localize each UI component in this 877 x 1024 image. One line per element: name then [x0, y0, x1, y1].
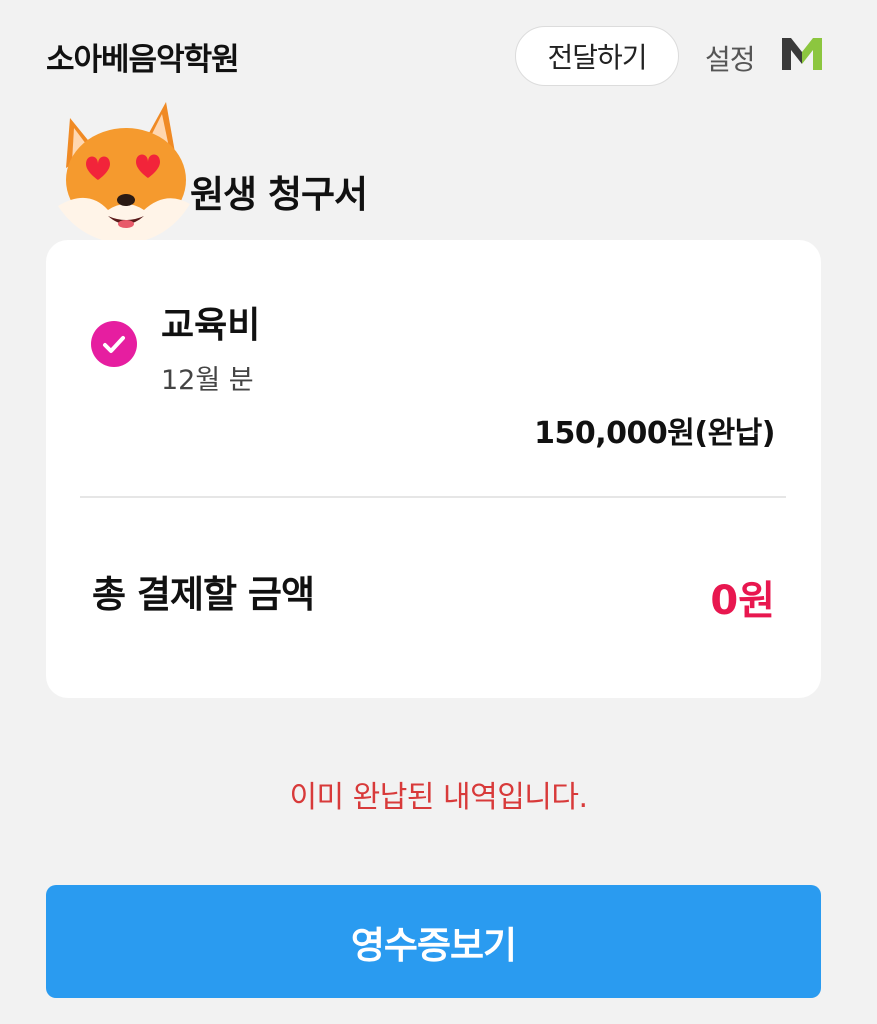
app-header: 소아베음악학원 전달하기 설정: [0, 0, 877, 110]
invoice-card: 교육비 12월 분 150,000원(완납) 총 결제할 금액 0원: [46, 240, 821, 698]
settings-link[interactable]: 설정: [705, 38, 756, 78]
divider: [80, 496, 786, 498]
item-period: 12월 분: [161, 365, 254, 396]
share-button[interactable]: 전달하기: [515, 26, 679, 86]
item-amount: 150,000원(완납): [534, 416, 775, 451]
view-receipt-button[interactable]: 영수증보기: [46, 885, 821, 998]
checkbox-checked-icon[interactable]: [91, 321, 137, 367]
page-title: 원생 청구서: [190, 173, 368, 216]
total-amount: 0원: [710, 578, 775, 624]
fox-heart-eyes-emoji-icon: [58, 102, 190, 244]
item-title: 교육비: [161, 305, 261, 346]
total-label: 총 결제할 금액: [92, 573, 315, 616]
academy-name: 소아베음악학원: [46, 42, 240, 78]
paid-notice: 이미 완납된 내역입니다.: [289, 780, 588, 815]
m-brand-icon: [782, 38, 822, 70]
